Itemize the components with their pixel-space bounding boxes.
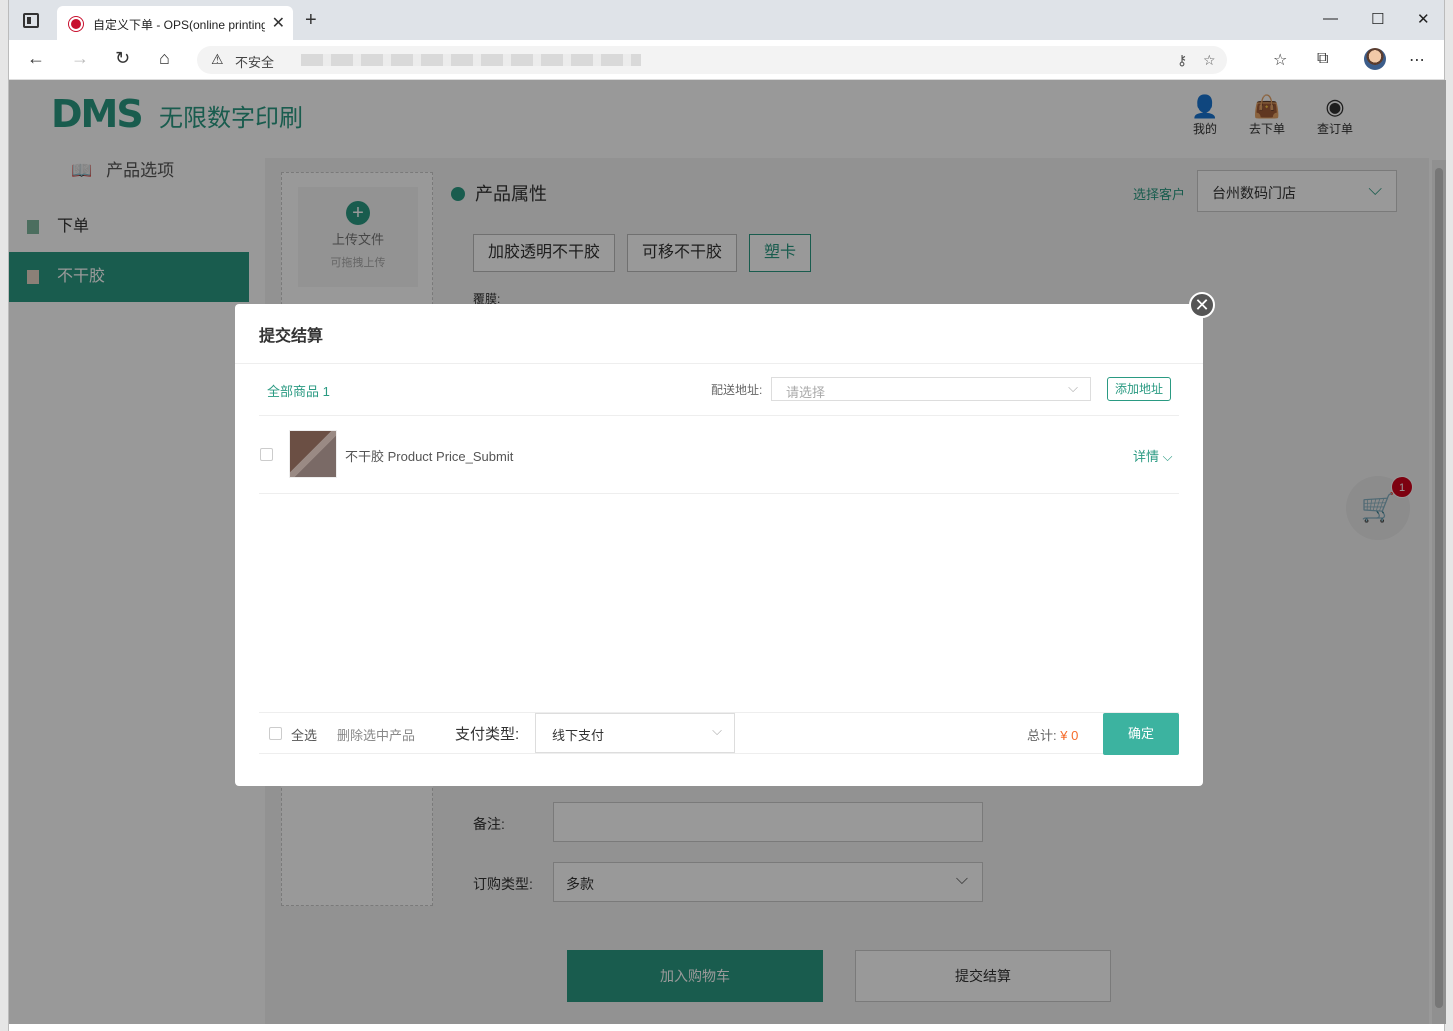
tab-title: 自定义下单 - OPS(online printing bbox=[93, 18, 265, 32]
total-label: 总计: bbox=[1027, 728, 1057, 743]
select-all-checkbox[interactable] bbox=[269, 727, 282, 740]
checkout-modal: ✕ 提交结算 全部商品 1 配送地址: 请选择 ⌵ 添加地址 不干胶 Produ… bbox=[235, 292, 1215, 786]
divider bbox=[259, 415, 1179, 416]
modal-title: 提交结算 bbox=[259, 328, 324, 345]
forward-icon[interactable]: → bbox=[71, 48, 89, 69]
favicon-icon bbox=[69, 17, 83, 31]
browser-tab[interactable]: 自定义下单 - OPS(online printing ✕ bbox=[57, 6, 293, 40]
detail-toggle[interactable]: 详情 ⌵ bbox=[1133, 446, 1173, 465]
product-thumbnail bbox=[289, 430, 337, 478]
close-window-icon[interactable]: ✕ bbox=[1417, 10, 1430, 28]
title-bar: 自定义下单 - OPS(online printing ✕ + — ☐ ✕ bbox=[9, 0, 1444, 40]
tab-close-icon[interactable]: ✕ bbox=[272, 13, 285, 33]
add-favorite-icon[interactable]: ☆ bbox=[1203, 52, 1216, 69]
product-checkbox[interactable] bbox=[260, 448, 273, 461]
divider bbox=[259, 493, 1179, 494]
home-icon[interactable]: ⌂ bbox=[159, 48, 170, 69]
all-goods-tab[interactable]: 全部商品 1 bbox=[267, 381, 330, 400]
minimize-icon[interactable]: — bbox=[1323, 10, 1338, 27]
pay-type-value: 线下支付 bbox=[552, 728, 605, 743]
refresh-icon[interactable]: ↻ bbox=[115, 48, 130, 69]
collections-icon[interactable]: ⧉ bbox=[1317, 50, 1328, 68]
address-select[interactable]: 请选择 ⌵ bbox=[771, 377, 1091, 401]
key-icon[interactable]: ⚷ bbox=[1177, 52, 1187, 69]
browser-window: 自定义下单 - OPS(online printing ✕ + — ☐ ✕ ← … bbox=[8, 0, 1446, 1031]
confirm-button[interactable]: 确定 bbox=[1103, 713, 1179, 755]
maximize-icon[interactable]: ☐ bbox=[1371, 10, 1384, 28]
url-field[interactable]: ⚠ 不安全 ⚷ ☆ bbox=[197, 46, 1227, 74]
security-label: 不安全 bbox=[235, 55, 275, 70]
checkout-footer: 全选 删除选中产品 支付类型: 线下支付 ⌵ 总计: ¥ 0 确定 bbox=[259, 712, 1179, 755]
chevron-down-icon: ⌵ bbox=[1068, 380, 1078, 395]
new-tab-icon[interactable]: + bbox=[305, 10, 317, 30]
divider bbox=[235, 363, 1203, 364]
add-address-button[interactable]: 添加地址 bbox=[1107, 377, 1171, 401]
pay-type-select[interactable]: 线下支付 ⌵ bbox=[535, 713, 735, 753]
pay-type-label: 支付类型: bbox=[455, 726, 520, 743]
address-placeholder: 请选择 bbox=[786, 385, 826, 400]
total-value: ¥ 0 bbox=[1060, 728, 1079, 743]
chevron-down-icon: ⌵ bbox=[1162, 449, 1173, 464]
favorites-icon[interactable]: ☆ bbox=[1273, 50, 1287, 70]
total: 总计: ¥ 0 bbox=[1027, 725, 1078, 744]
product-name: 不干胶 Product Price_Submit bbox=[345, 449, 514, 464]
address-bar: ← → ↻ ⌂ ⚠ 不安全 ⚷ ☆ ☆ ⧉ ⋯ bbox=[9, 40, 1444, 80]
more-icon[interactable]: ⋯ bbox=[1409, 50, 1425, 70]
close-icon[interactable]: ✕ bbox=[1189, 292, 1215, 318]
delete-selected-link[interactable]: 删除选中产品 bbox=[337, 725, 415, 744]
address-label: 配送地址: bbox=[711, 383, 763, 397]
url-text-blurred bbox=[301, 54, 641, 66]
chevron-down-icon: ⌵ bbox=[712, 723, 722, 738]
back-icon[interactable]: ← bbox=[27, 48, 45, 69]
detail-label: 详情 bbox=[1133, 449, 1160, 464]
select-all-label[interactable]: 全选 bbox=[291, 725, 317, 744]
warning-icon: ⚠ bbox=[211, 51, 224, 67]
tab-actions-icon[interactable] bbox=[23, 13, 39, 28]
profile-avatar[interactable] bbox=[1364, 48, 1386, 70]
